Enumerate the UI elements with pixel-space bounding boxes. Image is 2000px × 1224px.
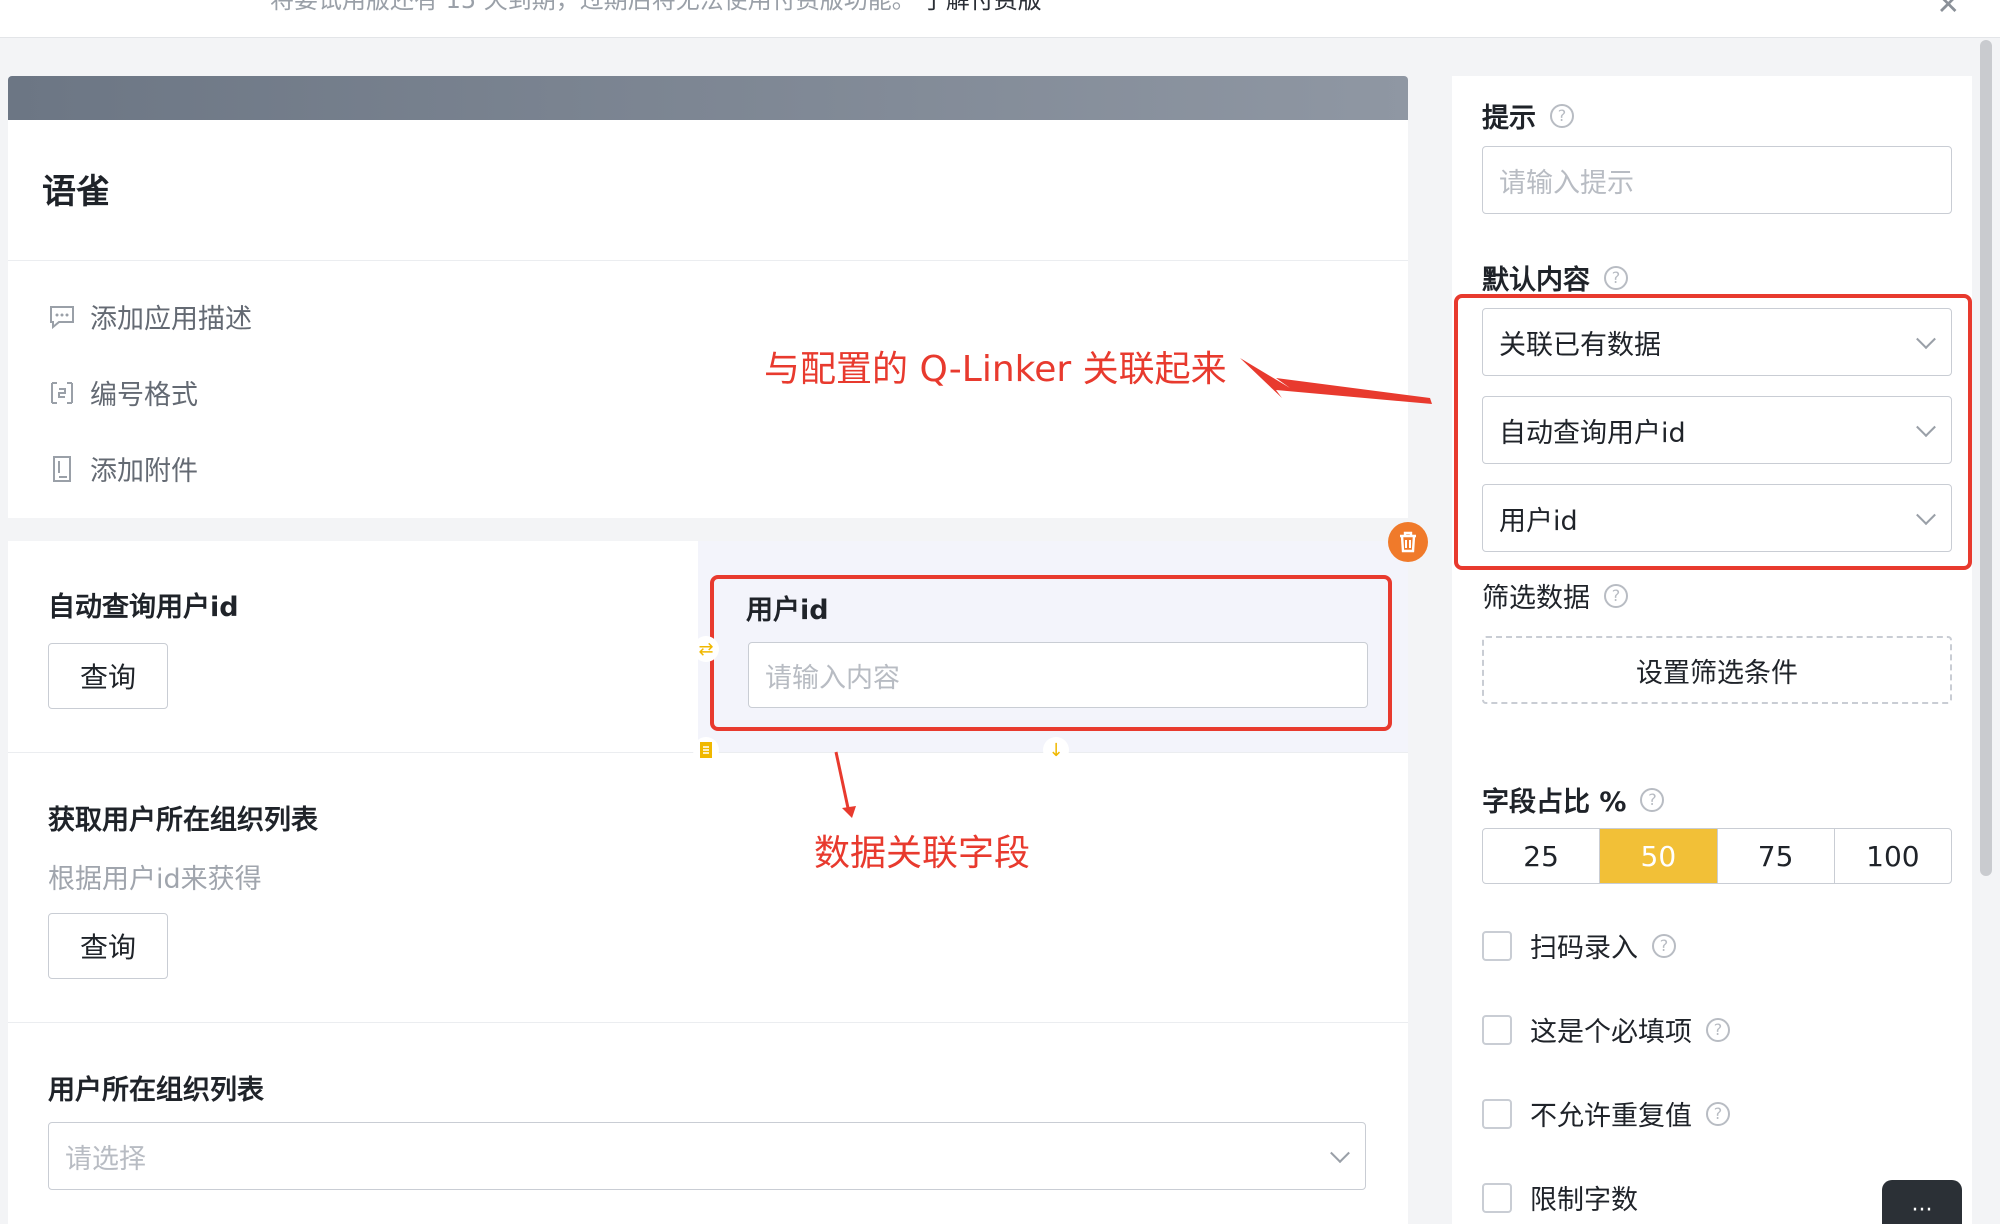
scan-input-checkbox[interactable] [1482,930,1512,961]
delete-field-icon[interactable] [1388,522,1428,562]
ratio-option-50[interactable]: 50 [1600,829,1718,883]
highlight-box-default-content [1454,294,1972,570]
help-icon[interactable]: ? [1550,103,1574,128]
add-description-item[interactable]: 添加应用描述 [48,297,252,336]
help-icon[interactable]: ? [1652,933,1676,958]
no-duplicate-option[interactable]: 不允许重复值? [1482,1094,1730,1133]
hint-placeholder: 请输入提示 [1499,167,1634,199]
scan-input-option[interactable]: 扫码录入? [1482,926,1676,965]
help-icon[interactable]: ? [1604,583,1628,608]
annotation-data-field: 数据关联字段 [814,833,1031,874]
upgrade-link[interactable]: 了解付费版 [922,0,1042,14]
field-ratio-label-text: 字段占比 % [1482,787,1627,818]
no-duplicate-checkbox[interactable] [1482,1098,1512,1129]
limit-length-checkbox[interactable] [1482,1182,1512,1213]
field-ratio-segmented: 25 50 75 100 [1482,828,1952,884]
copy-icon[interactable] [693,737,719,763]
add-description-label: 添加应用描述 [90,304,252,335]
app-title-card: 语雀 [8,120,1408,261]
add-attachment-item[interactable]: 添加附件 [48,449,198,488]
org-fetch-description: 根据用户id来获得 [48,864,262,895]
comment-icon [48,303,76,331]
help-icon[interactable]: ? [1706,1101,1730,1126]
number-format-label: 编号格式 [90,380,198,411]
ratio-option-100[interactable]: 100 [1835,829,1951,883]
trial-notice: 将要试用版还有 15 天到期，过期后将无法使用付费版功能。 了解付费版 [270,0,1042,15]
properties-panel: 提示? 请输入提示 默认内容? 关联已有数据 自动查询用户id 用户id 筛选数… [1452,76,1972,1224]
highlight-box-user-id [710,575,1392,731]
help-icon[interactable]: ? [1604,265,1628,290]
no-duplicate-label: 不允许重复值 [1530,1101,1692,1132]
form-header-banner [8,76,1408,120]
org-list-label: 用户所在组织列表 [48,1075,264,1106]
default-content-label-text: 默认内容 [1482,265,1590,296]
set-filter-button[interactable]: 设置筛选条件 [1482,636,1952,704]
attachment-icon [48,455,76,483]
default-content-label: 默认内容? [1482,258,1628,297]
hint-label: 提示? [1482,96,1574,135]
query-button[interactable]: 查询 [48,643,168,709]
filter-data-label: 筛选数据? [1482,576,1628,615]
number-format-item[interactable]: 编号格式 [48,373,198,412]
hint-input[interactable]: 请输入提示 [1482,146,1952,214]
chevron-down-icon [1330,1143,1350,1164]
help-icon[interactable]: ? [1640,787,1665,812]
arrow-down-icon[interactable]: ↓ [1043,737,1069,763]
ratio-option-75[interactable]: 75 [1718,829,1835,883]
limit-length-label: 限制字数 [1530,1185,1638,1216]
hint-label-text: 提示 [1482,103,1536,134]
required-checkbox[interactable] [1482,1014,1512,1045]
org-list-placeholder: 请选择 [65,1143,146,1175]
app-title[interactable]: 语雀 [42,164,110,213]
limit-length-option[interactable]: 限制字数 [1482,1178,1638,1217]
filter-data-label-text: 筛选数据 [1482,583,1590,614]
scrollbar[interactable] [1980,40,1992,876]
chat-icon[interactable]: ··· [1882,1180,1962,1224]
org-fetch-label: 获取用户所在组织列表 [48,805,318,836]
number-format-icon [48,379,76,407]
required-label: 这是个必填项 [1530,1017,1692,1048]
add-attachment-label: 添加附件 [90,456,198,487]
org-list-select[interactable]: 请选择 [48,1122,1366,1190]
annotation-link-qlinker: 与配置的 Q-Linker 关联起来 [764,349,1227,390]
scan-input-label: 扫码录入 [1530,933,1638,964]
swap-icon[interactable]: ⇄ [693,636,719,662]
form-canvas: 语雀 添加应用描述 编号格式 添加附件 [8,76,1408,518]
help-icon[interactable]: ? [1706,1017,1730,1042]
trial-notice-text: 将要试用版还有 15 天到期，过期后将无法使用付费版功能。 [270,0,916,14]
required-option[interactable]: 这是个必填项? [1482,1010,1730,1049]
auto-query-label: 自动查询用户id [48,592,239,623]
org-query-button[interactable]: 查询 [48,913,168,979]
field-ratio-label: 字段占比 %? [1482,780,1665,819]
ratio-option-25[interactable]: 25 [1483,829,1601,883]
close-icon[interactable]: ✕ [1937,0,1960,21]
trial-notice-bar: 将要试用版还有 15 天到期，过期后将无法使用付费版功能。 了解付费版 ✕ [0,0,2000,38]
divider [8,1022,1408,1023]
